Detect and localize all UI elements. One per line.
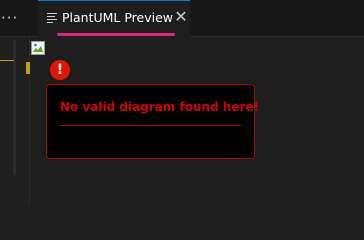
error-icon: ! (50, 60, 70, 80)
error-divider (60, 125, 241, 126)
more-actions-button[interactable]: ··· (0, 8, 20, 28)
tab-title: PlantUML Preview (62, 10, 174, 25)
broken-image-icon (31, 40, 45, 55)
preview-lines-icon (47, 13, 57, 23)
tab-accent-underline (57, 33, 175, 36)
error-message: No valid diagram found here! (60, 100, 259, 114)
close-icon[interactable]: ✕ (173, 8, 189, 26)
line-change-marker (26, 62, 30, 74)
tab-plantuml-preview[interactable]: PlantUML Preview ✕ (38, 0, 190, 37)
gutter-marker (0, 60, 14, 61)
error-panel: No valid diagram found here! (46, 84, 259, 159)
